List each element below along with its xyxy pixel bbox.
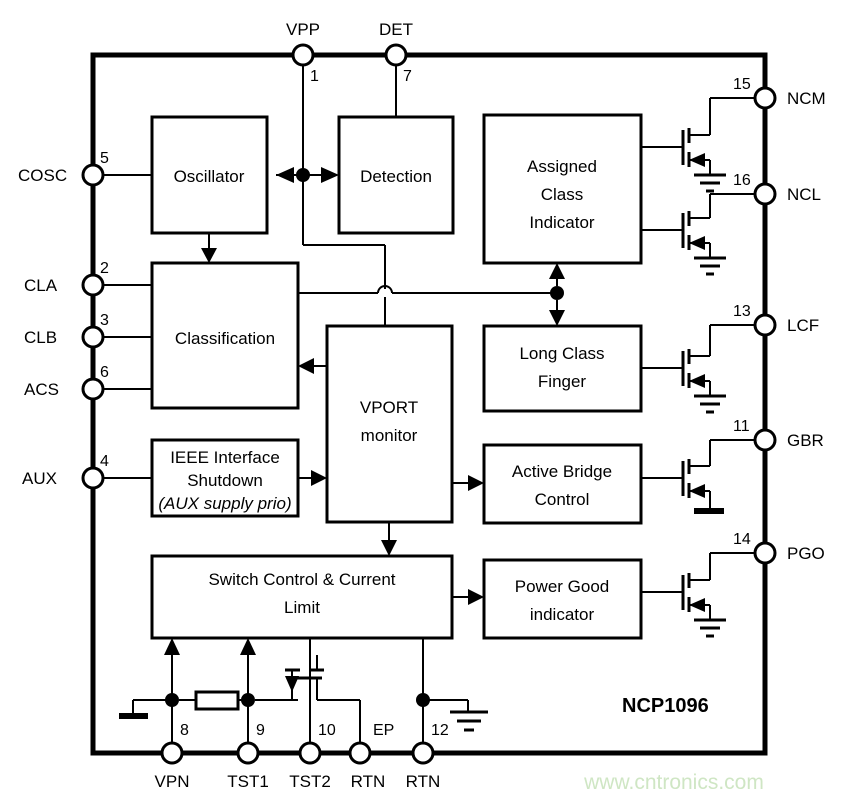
pin-label-vpn: VPN: [155, 772, 190, 791]
block-label-ieee-2: Shutdown: [187, 471, 263, 490]
pin-number-tst1: 9: [256, 722, 265, 739]
pin-label-acs: ACS: [24, 380, 59, 399]
pin-number-clb: 3: [100, 312, 109, 329]
pin-label-rtn-12: RTN: [406, 772, 441, 791]
block-label-pgi-2: indicator: [530, 605, 595, 624]
block-label-vport-2: monitor: [361, 426, 418, 445]
pin-label-tst2: TST2: [289, 772, 331, 791]
pin-circle-cosc[interactable]: [81, 163, 105, 187]
block-label-abc-1: Active Bridge: [512, 462, 612, 481]
pin-label-rtn-ep: RTN: [351, 772, 386, 791]
block-label-abc-2: Control: [535, 490, 590, 509]
block-label-long-class-finger-1: Long Class: [519, 344, 604, 363]
pin-circle-cla[interactable]: [81, 273, 105, 297]
block-label-assigned-class-indicator-3: Indicator: [529, 213, 595, 232]
pin-circle-rtn-ep[interactable]: [348, 741, 372, 765]
pin-number-lcf: 13: [733, 303, 751, 320]
output-fet-pgo: [641, 552, 755, 638]
output-fet-gbr: [641, 439, 755, 514]
block-power-good-indicator: [482, 558, 643, 640]
pin-number-cla: 2: [100, 260, 109, 277]
block-label-assigned-class-indicator-1: Assigned: [527, 157, 597, 176]
pin-label-tst1: TST1: [227, 772, 269, 791]
block-label-ieee-1: IEEE Interface: [170, 448, 280, 467]
block-label-pgi-1: Power Good: [515, 577, 610, 596]
output-fet-ncl: [641, 193, 755, 276]
block-diagram-canvas: VPP DET 1 7 COSC 5 CLA 2 CLB 3 ACS 6 AUX…: [0, 0, 847, 801]
pin-number-ncl: 16: [733, 172, 751, 189]
pin-number-rtn-12: 12: [431, 722, 449, 739]
pin-number-acs: 6: [100, 364, 109, 381]
pin-circle-rtn-12[interactable]: [411, 741, 435, 765]
pin-label-pgo: PGO: [787, 544, 825, 563]
resistor-symbol: [194, 690, 240, 711]
pin-circle-clb[interactable]: [81, 325, 105, 349]
block-active-bridge-control: [482, 443, 643, 525]
pin-label-gbr: GBR: [787, 431, 824, 450]
pin-circle-tst1[interactable]: [236, 741, 260, 765]
pin-circle-aux[interactable]: [81, 466, 105, 490]
pin-number-pgo: 14: [733, 531, 751, 548]
pin-circle-det[interactable]: [384, 43, 408, 67]
pin-label-det: DET: [379, 20, 413, 39]
pin-circle-vpp[interactable]: [291, 43, 315, 67]
pin-label-cla: CLA: [24, 276, 58, 295]
pin-number-rtn-ep: EP: [373, 722, 394, 739]
pin-label-cosc: COSC: [18, 166, 67, 185]
pin-circle-ncm[interactable]: [753, 86, 777, 110]
block-switch-control: [150, 554, 454, 640]
block-label-oscillator: Oscillator: [174, 167, 245, 186]
pin-circle-tst2[interactable]: [298, 741, 322, 765]
output-fet-lcf: [641, 324, 755, 414]
pin-circle-lcf[interactable]: [753, 313, 777, 337]
block-label-switch-1: Switch Control & Current: [208, 570, 395, 589]
block-long-class-finger: [482, 324, 643, 413]
block-label-ieee-3: (AUX supply prio): [158, 494, 291, 513]
pin-label-aux: AUX: [22, 469, 57, 488]
block-label-long-class-finger-2: Finger: [538, 372, 587, 391]
block-label-classification: Classification: [175, 329, 275, 348]
pin-label-lcf: LCF: [787, 316, 819, 335]
pin-circle-acs[interactable]: [81, 377, 105, 401]
pin-number-det: 7: [403, 68, 412, 85]
pin-label-ncl: NCL: [787, 185, 821, 204]
pin-circle-vpn[interactable]: [160, 741, 184, 765]
block-label-detection: Detection: [360, 167, 432, 186]
block-label-switch-2: Limit: [284, 598, 320, 617]
block-label-vport-1: VPORT: [360, 398, 418, 417]
pin-number-tst2: 10: [318, 722, 336, 739]
test-mosfet-symbol: [285, 655, 360, 701]
pin-number-vpp: 1: [310, 68, 319, 85]
pin-circle-ncl[interactable]: [753, 182, 777, 206]
block-vport-monitor: [325, 324, 454, 524]
pin-label-vpp: VPP: [286, 20, 320, 39]
pin-number-ncm: 15: [733, 76, 751, 93]
block-label-assigned-class-indicator-2: Class: [541, 185, 584, 204]
pin-number-cosc: 5: [100, 150, 109, 167]
part-number-label: NCP1096: [622, 695, 709, 717]
pin-number-aux: 4: [100, 453, 109, 470]
pin-circle-pgo[interactable]: [753, 541, 777, 565]
pin-circle-gbr[interactable]: [753, 428, 777, 452]
pin-number-gbr: 11: [733, 418, 750, 435]
watermark-text: www.cntronics.com: [583, 771, 764, 794]
pin-label-ncm: NCM: [787, 89, 826, 108]
pin-number-vpn: 8: [180, 722, 189, 739]
pin-label-clb: CLB: [24, 328, 57, 347]
